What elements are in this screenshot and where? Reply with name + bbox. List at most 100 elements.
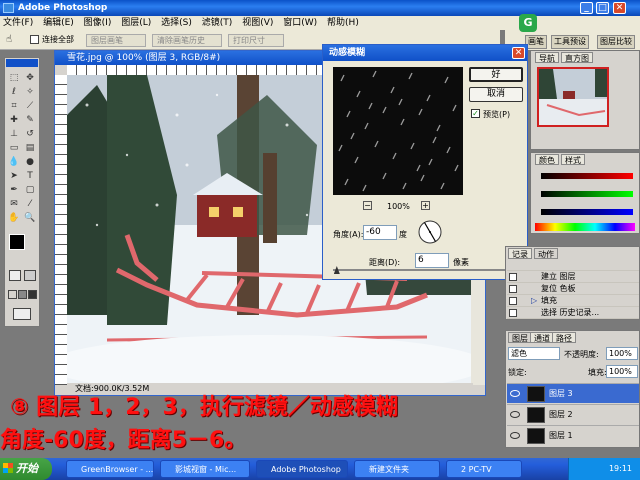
start-button[interactable]: 开始 [0,458,52,480]
blue-slider[interactable] [541,209,633,215]
close-button[interactable]: ✕ [613,2,626,14]
visibility-eye-icon[interactable] [510,411,520,418]
blend-mode-select[interactable]: 滤色 [508,347,560,360]
standard-mode-icon[interactable] [9,270,21,281]
maximize-button[interactable]: □ [596,2,609,14]
eraser-tool-icon[interactable]: ▭ [8,142,20,154]
lasso-tool-icon[interactable]: ℓ [8,86,20,98]
taskbar-item-word[interactable]: 影城视窗 - Mic... [160,460,250,478]
fill-input[interactable]: 100% [606,365,638,378]
type-tool-icon[interactable]: T [24,170,36,182]
filter-preview-window[interactable] [333,67,463,195]
path-select-icon[interactable]: ➤ [8,170,20,182]
blur-tool-icon[interactable]: 💧 [8,156,20,168]
foreground-color-swatch[interactable] [9,234,25,250]
menu-view[interactable]: 视图(V) [242,18,273,28]
minimize-button[interactable]: _ [580,2,593,14]
gradient-tool-icon[interactable]: ▤ [24,142,36,154]
tab-channels[interactable]: 通道 [530,332,554,343]
document-title: 雪花.jpg @ 100% (图层 3, RGB/8#) [67,53,221,63]
menu-layer[interactable]: 图层(L) [121,18,151,28]
well-tab-compare[interactable]: 图层比较 [597,35,635,49]
history-brush-icon[interactable]: ↺ [24,128,36,140]
well-tab-presets[interactable]: 工具预设 [551,35,589,49]
marquee-tool-icon[interactable]: ⬚ [8,72,20,84]
visibility-eye-icon[interactable] [510,390,520,397]
zoom-tool-icon[interactable]: 🔍 [24,212,36,224]
distance-slider-track[interactable] [333,269,523,271]
screen-mode-3-icon[interactable] [28,290,37,299]
well-tab-brushes[interactable]: 画笔 [525,35,547,49]
action-checkbox[interactable] [509,273,517,281]
preview-checkbox[interactable]: ✓ [471,109,480,118]
zoom-in-icon[interactable]: + [421,201,430,210]
color-ramp[interactable] [535,223,635,231]
navigator-thumbnail[interactable] [537,67,609,127]
tab-history[interactable]: 记录 [508,248,532,259]
quickmask-mode-icon[interactable] [24,270,36,281]
taskbar-item-folder[interactable]: 新建文件夹 [354,460,440,478]
tab-histogram[interactable]: 直方图 [561,52,593,63]
action-checkbox[interactable] [509,309,517,317]
action-item[interactable]: 复位 色板 [507,283,639,295]
imageready-icon[interactable] [13,308,31,320]
slice-tool-icon[interactable]: ⟋ [24,100,36,112]
action-checkbox[interactable] [509,297,517,305]
stamp-tool-icon[interactable]: ⊥ [8,128,20,140]
shape-tool-icon[interactable]: ▢ [24,184,36,196]
tab-color[interactable]: 颜色 [535,154,559,165]
menu-file[interactable]: 文件(F) [3,18,33,28]
select-all-checkbox[interactable] [30,35,39,44]
expand-triangle-icon[interactable]: ▷ [531,295,537,307]
action-item[interactable]: ▷ 填充 [507,295,639,307]
tab-paths[interactable]: 路径 [552,332,576,343]
red-slider[interactable] [541,173,633,179]
zoom-out-icon[interactable]: − [363,201,372,210]
menu-edit[interactable]: 编辑(E) [43,18,74,28]
magic-wand-icon[interactable]: ✧ [24,86,36,98]
cancel-button[interactable]: 取消 [469,87,523,102]
taskbar-item-greenbrowser[interactable]: GreenBrowser - ... [66,460,154,478]
tab-layers[interactable]: 图层 [508,332,532,343]
crop-tool-icon[interactable]: ⌗ [8,100,20,112]
menu-help[interactable]: 帮助(H) [327,18,359,28]
hand-tool-icon-box[interactable]: ✋ [8,212,20,224]
notes-tool-icon[interactable]: ✉ [8,198,20,210]
taskbar-item-pctv[interactable]: 2 PC-TV [446,460,522,478]
brush-tool-icon[interactable]: ✎ [24,114,36,126]
layer-thumbnail [527,386,545,402]
option-button-2[interactable]: 清除画笔历史 [152,34,222,47]
move-tool-icon[interactable]: ✥ [24,72,36,84]
angle-dial-icon[interactable] [417,219,443,245]
action-checkbox[interactable] [509,285,517,293]
dodge-tool-icon[interactable]: ● [24,156,36,168]
tab-navigator[interactable]: 导航 [535,52,559,63]
action-item[interactable]: 选择 历史记录... [507,307,639,319]
layer-row[interactable]: 图层 1 [507,425,639,445]
clock[interactable]: 19:11 [609,464,632,473]
green-slider[interactable] [541,191,633,197]
taskbar-item-photoshop[interactable]: Adobe Photoshop [256,460,348,478]
eyedropper-icon[interactable]: ⁄ [24,198,36,210]
pen-tool-icon[interactable]: ✒ [8,184,20,196]
menu-filter[interactable]: 滤镜(T) [202,18,233,28]
menu-image[interactable]: 图像(I) [84,18,112,28]
menu-select[interactable]: 选择(S) [161,18,192,28]
menu-window[interactable]: 窗口(W) [283,18,317,28]
dialog-close-icon[interactable]: ✕ [512,47,525,59]
action-item[interactable]: 建立 图层 [507,271,639,283]
tab-styles[interactable]: 样式 [561,154,585,165]
distance-input[interactable]: 6 [415,253,449,268]
screen-mode-1-icon[interactable] [8,290,17,299]
angle-input[interactable]: -60 [363,225,397,240]
opacity-input[interactable]: 100% [606,347,638,360]
ok-button[interactable]: 好 [469,67,523,82]
option-button-1[interactable]: 图层画笔 [86,34,146,47]
tab-actions[interactable]: 动作 [534,248,558,259]
layer-row[interactable]: 图层 3 [507,383,639,403]
healing-brush-icon[interactable]: ✚ [8,114,20,126]
option-button-3[interactable]: 打印尺寸 [228,34,284,47]
screen-mode-2-icon[interactable] [18,290,27,299]
layer-row[interactable]: 图层 2 [507,404,639,424]
visibility-eye-icon[interactable] [510,432,520,439]
